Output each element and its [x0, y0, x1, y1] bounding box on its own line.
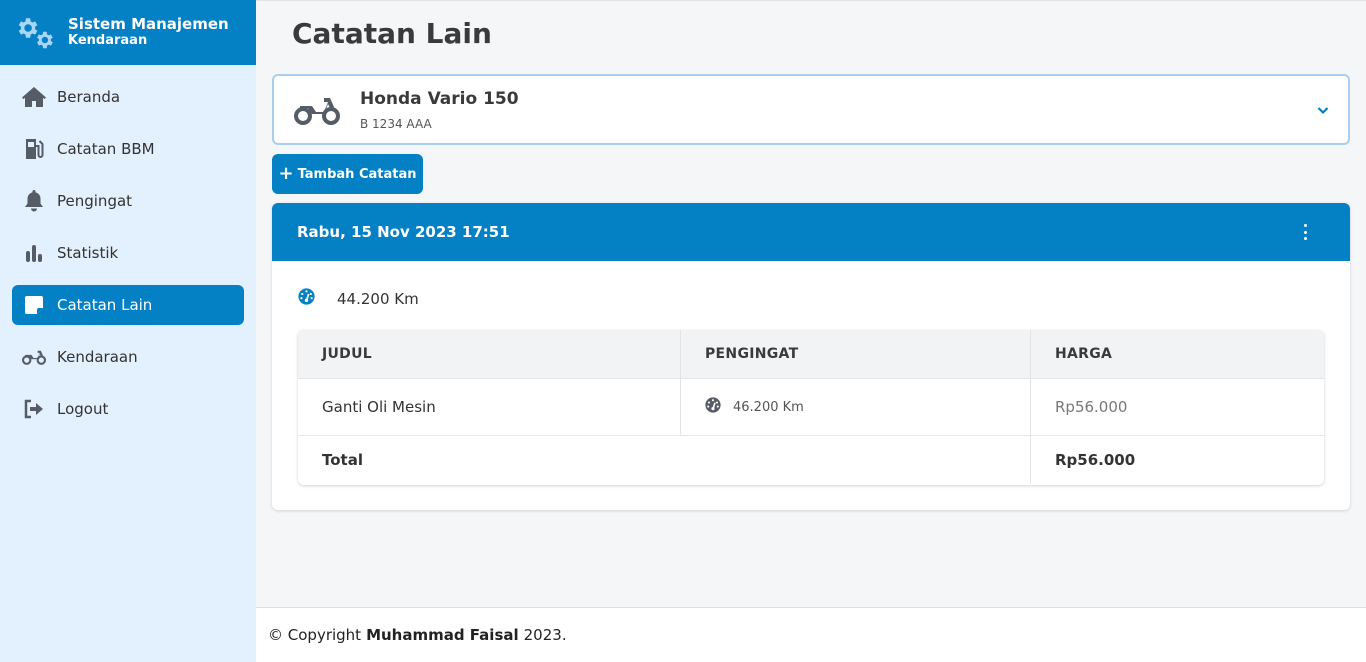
- vehicle-plate: B 1234 AAA: [360, 116, 432, 131]
- page-title: Catatan Lain: [292, 17, 492, 50]
- sidebar: Sistem Manajemen Kendaraan Beranda Catat…: [0, 0, 256, 662]
- add-note-button[interactable]: + Tambah Catatan: [272, 154, 423, 194]
- sidebar-item-label: Statistik: [57, 244, 119, 262]
- sidebar-item-kendaraan[interactable]: Kendaraan: [12, 337, 244, 377]
- bar-chart-icon: [22, 241, 46, 265]
- sidebar-item-label: Catatan BBM: [57, 140, 155, 158]
- sidebar-item-catatan-bbm[interactable]: Catatan BBM: [12, 129, 244, 169]
- cell-pengingat: 46.200 Km: [681, 379, 1031, 435]
- motorcycle-icon: [22, 345, 46, 369]
- bell-icon: [22, 189, 46, 213]
- gears-icon: [14, 15, 56, 51]
- reminder-odometer: 46.200 Km: [733, 399, 804, 415]
- sidebar-item-label: Beranda: [57, 88, 121, 106]
- sidebar-item-statistik[interactable]: Statistik: [12, 233, 244, 273]
- note-card-header: Rabu, 15 Nov 2023 17:51: [272, 203, 1350, 261]
- vehicle-select[interactable]: Honda Vario 150 B 1234 AAA: [272, 74, 1350, 145]
- speedometer-icon: [298, 288, 315, 309]
- gas-pump-icon: [22, 137, 46, 161]
- add-note-label: Tambah Catatan: [297, 166, 417, 182]
- cell-judul: Ganti Oli Mesin: [298, 379, 681, 435]
- sidebar-item-beranda[interactable]: Beranda: [12, 77, 244, 117]
- note-card: Rabu, 15 Nov 2023 17:51 44.200 Km JUDUL …: [272, 203, 1350, 510]
- column-header-harga: HARGA: [1055, 346, 1113, 362]
- brand-header[interactable]: Sistem Manajemen Kendaraan: [0, 0, 256, 65]
- footer: © Copyright Muhammad Faisal 2023.: [256, 607, 1366, 662]
- sidebar-item-label: Kendaraan: [57, 348, 138, 366]
- brand-title: Sistem Manajemen: [68, 15, 229, 34]
- sidebar-item-catatan-lain[interactable]: Catatan Lain: [12, 285, 244, 325]
- sidebar-nav: Beranda Catatan BBM Pengingat Statistik …: [0, 65, 256, 429]
- speedometer-icon: [705, 397, 721, 417]
- brand-subtitle: Kendaraan: [68, 32, 148, 48]
- copyright-prefix: © Copyright: [268, 626, 362, 644]
- note-icon: [22, 293, 46, 317]
- column-header-judul: JUDUL: [298, 330, 681, 378]
- note-date: Rabu, 15 Nov 2023 17:51: [297, 223, 510, 241]
- main-content: Catatan Lain Honda Vario 150 B 1234 AAA …: [256, 0, 1366, 607]
- odometer-value: 44.200 Km: [337, 289, 419, 308]
- more-vertical-icon[interactable]: [1298, 224, 1312, 240]
- plus-icon: +: [278, 163, 294, 184]
- table-total-row: Total Rp56.000: [298, 436, 1324, 484]
- notes-table: JUDUL PENGINGAT HARGA Ganti Oli Mesin 46…: [298, 330, 1324, 485]
- chevron-down-icon[interactable]: [1316, 102, 1330, 121]
- column-header-pengingat: PENGINGAT: [681, 330, 1031, 378]
- copyright-year: 2023.: [523, 626, 567, 644]
- table-row: Ganti Oli Mesin 46.200 Km Rp56.000: [298, 379, 1324, 436]
- sidebar-item-label: Catatan Lain: [57, 296, 153, 314]
- odometer-reading: 44.200 Km: [298, 288, 419, 309]
- motorcycle-icon: [294, 93, 340, 127]
- sidebar-item-pengingat[interactable]: Pengingat: [12, 181, 244, 221]
- total-value: Rp56.000: [1055, 451, 1136, 469]
- home-icon: [22, 85, 46, 109]
- sidebar-item-logout[interactable]: Logout: [12, 389, 244, 429]
- sidebar-item-label: Pengingat: [57, 192, 133, 210]
- sidebar-item-label: Logout: [57, 400, 109, 418]
- total-label: Total: [298, 436, 1031, 484]
- vehicle-name: Honda Vario 150: [360, 88, 519, 109]
- copyright-author: Muhammad Faisal: [366, 626, 519, 644]
- logout-icon: [22, 397, 46, 421]
- table-header: JUDUL PENGINGAT HARGA: [298, 330, 1324, 379]
- cell-harga: Rp56.000: [1055, 398, 1128, 416]
